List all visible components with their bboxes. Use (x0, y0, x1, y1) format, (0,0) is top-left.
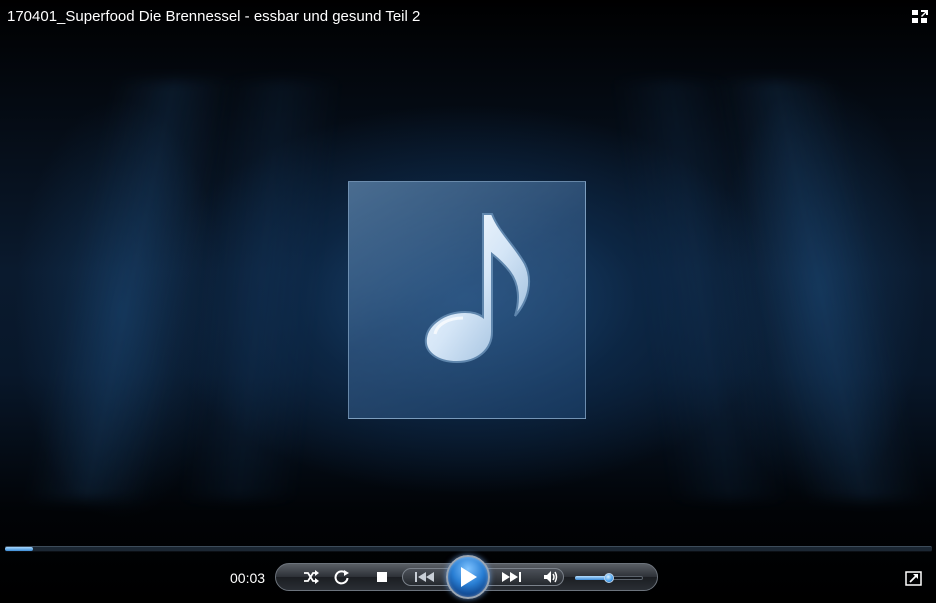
play-button[interactable] (446, 555, 490, 599)
volume-knob[interactable] (604, 573, 614, 583)
stop-icon (377, 572, 387, 582)
music-note-icon (424, 213, 531, 364)
next-button[interactable] (494, 564, 528, 590)
fullscreen-icon (905, 571, 922, 586)
shuffle-icon (304, 570, 319, 584)
speaker-icon (544, 571, 558, 583)
previous-button[interactable] (408, 564, 442, 590)
seek-bar-progress (5, 547, 33, 551)
album-art-placeholder (348, 181, 586, 419)
fullscreen-button[interactable] (905, 571, 922, 586)
next-icon (502, 572, 521, 582)
now-playing-view: 170401_Superfood Die Brennessel - essbar… (0, 0, 936, 603)
play-icon (461, 567, 477, 587)
stop-button[interactable] (367, 564, 397, 590)
elapsed-time: 00:03 (230, 570, 266, 586)
repeat-button[interactable] (327, 564, 357, 590)
mute-button[interactable] (536, 564, 566, 590)
previous-icon (415, 572, 434, 582)
seek-bar[interactable] (5, 546, 932, 552)
volume-slider[interactable] (575, 570, 643, 586)
repeat-icon (334, 570, 349, 585)
now-playing-title: 170401_Superfood Die Brennessel - essbar… (7, 8, 421, 25)
shuffle-button[interactable] (296, 564, 326, 590)
switch-to-library-icon[interactable] (912, 9, 930, 25)
